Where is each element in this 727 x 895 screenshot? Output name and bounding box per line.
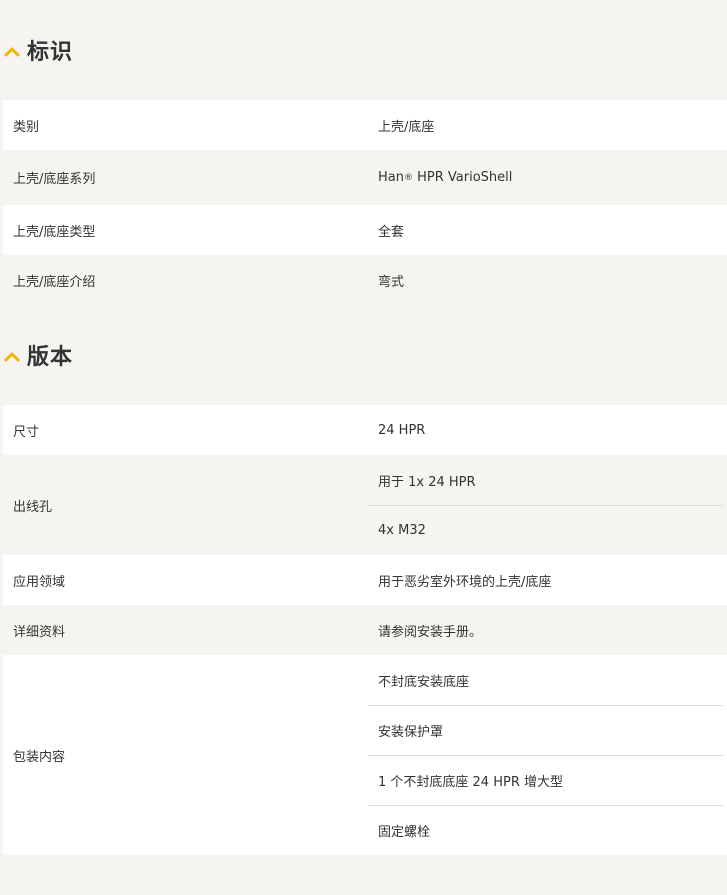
value-line: 用于恶劣室外环境的上壳/底座 [378, 574, 552, 590]
spec-table-identification: 类别 上壳/底座 上壳/底座系列 Han ® HPR VarioShell 上壳/… [3, 100, 727, 305]
value-line: 24 HPR [378, 422, 426, 438]
row-label: 详细资料 [13, 624, 66, 640]
row-value: 24 HPR [368, 405, 727, 455]
series-name: HPR VarioShell [417, 170, 513, 185]
row-label: 尺寸 [13, 424, 40, 440]
table-row: 上壳/底座类型 全套 [3, 205, 727, 255]
chevron-up-icon[interactable] [3, 348, 21, 366]
row-value: 上壳/底座 [368, 100, 727, 150]
spec-table-version: 尺寸 24 HPR 出线孔 用于 1x 24 HPR 4x M32 应用领域 用… [3, 405, 727, 855]
row-label: 上壳/底座系列 [13, 172, 96, 187]
row-label: 类别 [13, 119, 40, 135]
chevron-up-icon[interactable] [3, 43, 21, 61]
section-title: 版本 [27, 345, 74, 370]
value-line: 上壳/底座 [378, 119, 435, 135]
row-label: 应用领域 [13, 574, 66, 590]
row-value: Han ® HPR VarioShell [368, 150, 727, 205]
row-value: 不封底安装底座 安装保护罩 1 个不封底底座 24 HPR 增大型 固定螺栓 [368, 655, 727, 855]
table-row: 尺寸 24 HPR [3, 405, 727, 455]
table-row: 详细资料 请参阅安装手册。 [3, 605, 727, 655]
value-line: 全套 [378, 224, 405, 240]
table-row: 上壳/底座系列 Han ® HPR VarioShell [3, 150, 727, 205]
section-header-version[interactable]: 版本 [0, 305, 727, 405]
section-version: 版本 尺寸 24 HPR 出线孔 用于 1x 24 HPR 4x M32 应用领… [0, 305, 727, 855]
table-row: 应用领域 用于恶劣室外环境的上壳/底座 [3, 555, 727, 605]
row-label: 出线孔 [13, 499, 53, 515]
section-identification: 标识 类别 上壳/底座 上壳/底座系列 Han ® HPR VarioShell … [0, 0, 727, 305]
row-label: 上壳/底座介绍 [13, 274, 96, 290]
value-line: 1 个不封底底座 24 HPR 增大型 [368, 755, 723, 805]
table-row: 包装内容 不封底安装底座 安装保护罩 1 个不封底底座 24 HPR 增大型 固… [3, 655, 727, 855]
row-value: 用于 1x 24 HPR 4x M32 [368, 455, 727, 555]
row-label: 包装内容 [13, 749, 66, 765]
value-line: 弯式 [378, 274, 405, 290]
table-row: 出线孔 用于 1x 24 HPR 4x M32 [3, 455, 727, 555]
row-value: 请参阅安装手册。 [368, 605, 727, 655]
value-line: 不封底安装底座 [378, 674, 470, 690]
section-header-identification[interactable]: 标识 [0, 0, 727, 100]
row-value: 用于恶劣室外环境的上壳/底座 [368, 555, 727, 605]
value-line: 4x M32 [368, 505, 723, 555]
registered-mark: ® [403, 172, 413, 183]
row-label: 上壳/底座类型 [13, 224, 96, 240]
table-row: 类别 上壳/底座 [3, 100, 727, 150]
brand-prefix: Han [378, 170, 404, 185]
table-row: 上壳/底座介绍 弯式 [3, 255, 727, 305]
value-line: 固定螺栓 [368, 805, 723, 855]
value-line: 用于 1x 24 HPR [378, 474, 476, 490]
value-line: 安装保护罩 [368, 705, 723, 755]
row-value: 弯式 [368, 255, 727, 305]
section-title: 标识 [27, 40, 74, 65]
row-value: 全套 [368, 205, 727, 255]
value-line: 请参阅安装手册。 [378, 624, 483, 640]
value-line: Han ® HPR VarioShell [368, 150, 723, 205]
